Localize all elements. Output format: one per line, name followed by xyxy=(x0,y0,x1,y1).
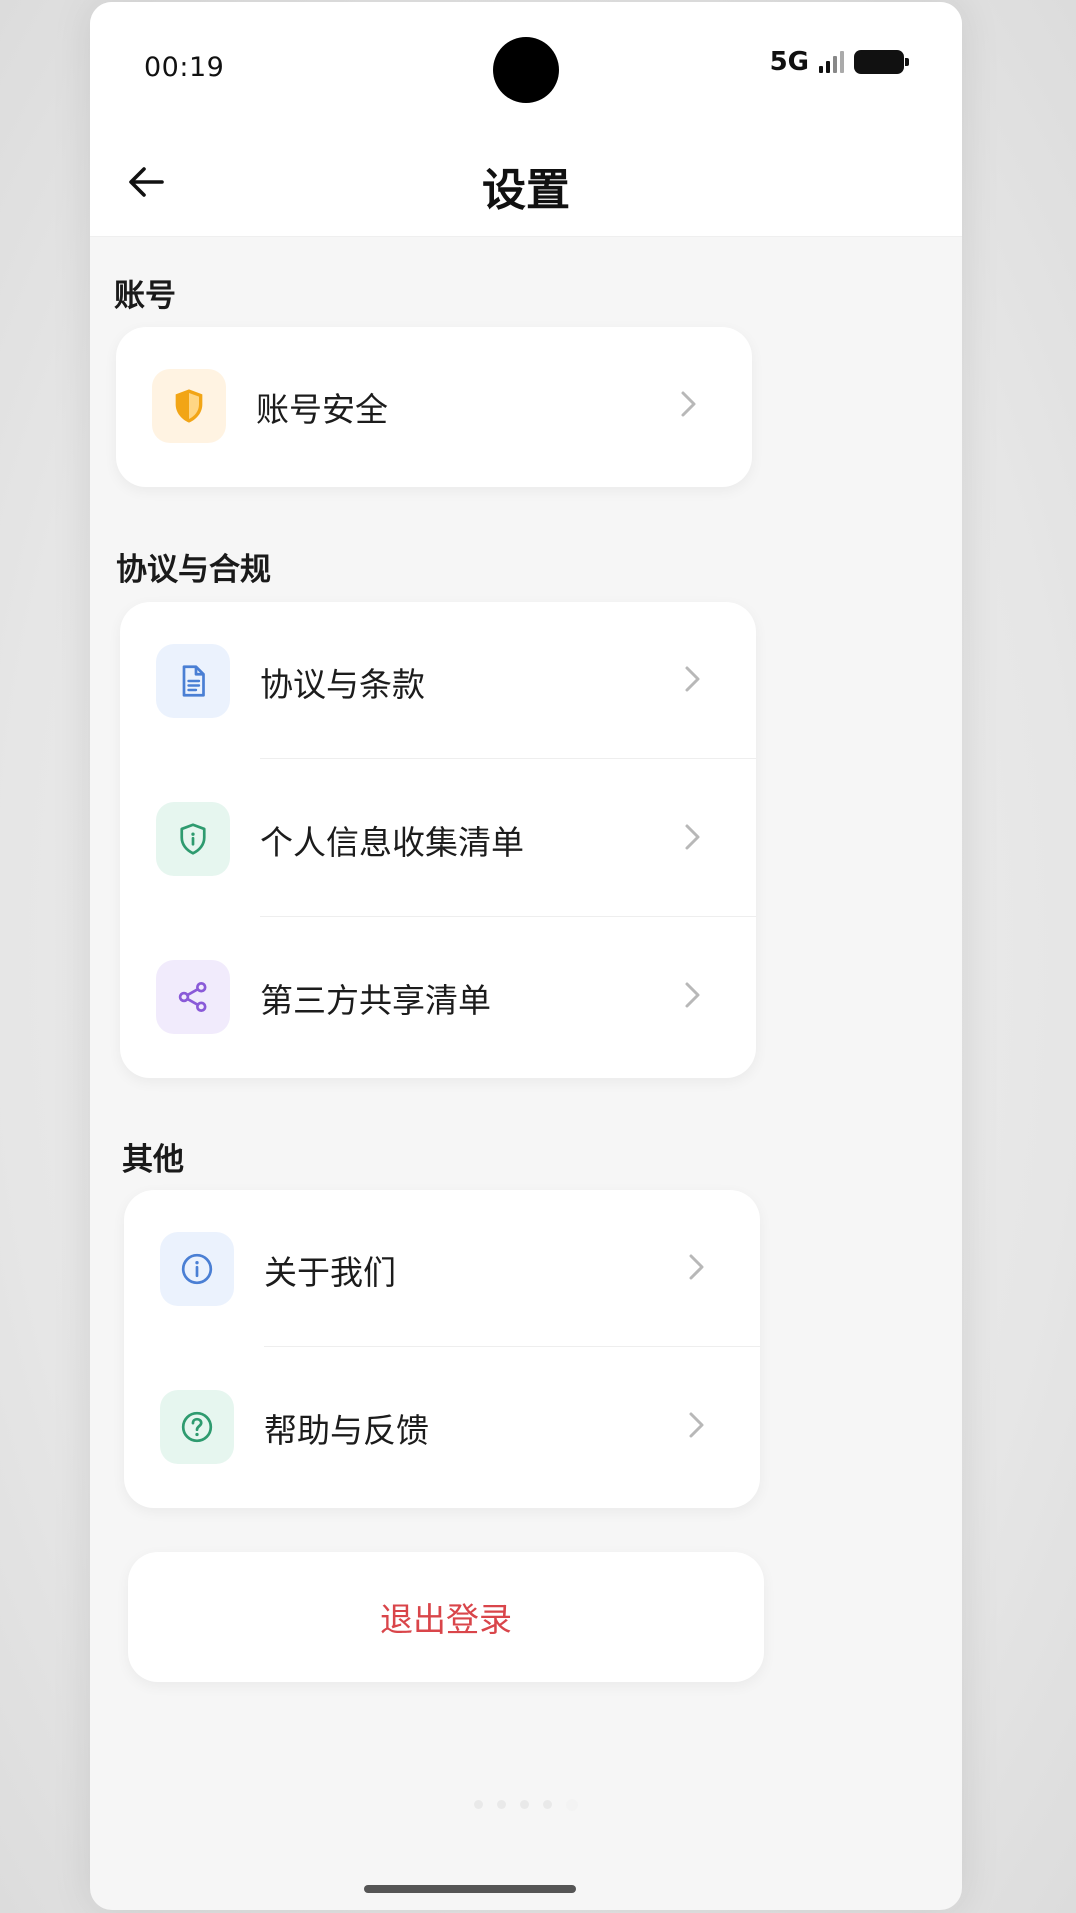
battery-icon xyxy=(854,50,909,74)
settings-row-about[interactable]: 关于我们 xyxy=(124,1190,760,1347)
settings-row-label: 关于我们 xyxy=(264,1253,396,1292)
settings-row-label: 帮助与反馈 xyxy=(264,1411,429,1450)
status-time: 00:19 xyxy=(144,52,225,83)
personal-info-icon-box xyxy=(156,802,230,876)
phone-screen: 00:19 5G 设置 账号 账号安全 协议与合规 协议与条款 个人信息收集清单… xyxy=(90,2,962,1910)
settings-row-label: 协议与条款 xyxy=(260,665,425,704)
chevron-right-icon xyxy=(684,1408,710,1442)
account-security-icon-box xyxy=(152,369,226,443)
chevron-right-icon xyxy=(680,978,706,1012)
third-party-icon-box xyxy=(156,960,230,1034)
terms-icon-box xyxy=(156,644,230,718)
row-divider xyxy=(264,1346,760,1347)
front-camera xyxy=(493,37,559,103)
chevron-right-icon xyxy=(680,820,706,854)
compliance-card: 协议与条款 个人信息收集清单 第三方共享清单 xyxy=(120,602,756,1078)
settings-row-terms[interactable]: 协议与条款 xyxy=(120,602,756,759)
home-indicator[interactable] xyxy=(364,1885,576,1893)
signal-icon xyxy=(819,51,844,73)
network-type: 5G xyxy=(769,47,809,77)
page-dots xyxy=(90,1799,962,1811)
document-icon xyxy=(182,665,205,697)
share-icon xyxy=(178,982,207,1012)
section-title-account: 账号 xyxy=(114,278,176,314)
row-divider xyxy=(260,758,756,759)
section-title-compliance: 协议与合规 xyxy=(116,552,271,588)
status-bar: 00:19 5G xyxy=(90,2,962,122)
settings-row-label: 个人信息收集清单 xyxy=(260,823,524,862)
shield-info-icon xyxy=(180,823,206,855)
settings-row-label: 第三方共享清单 xyxy=(260,981,491,1020)
other-card: 关于我们 帮助与反馈 xyxy=(124,1190,760,1508)
about-icon-box xyxy=(160,1232,234,1306)
status-indicators: 5G xyxy=(769,46,909,78)
settings-row-label: 账号安全 xyxy=(256,390,388,429)
page-title: 设置 xyxy=(482,165,570,216)
account-card: 账号安全 xyxy=(116,327,752,487)
help-icon-box xyxy=(160,1390,234,1464)
logout-label: 退出登录 xyxy=(380,1600,512,1639)
chevron-right-icon xyxy=(684,1250,710,1284)
chevron-right-icon xyxy=(680,662,706,696)
chevron-right-icon xyxy=(676,387,702,421)
help-icon xyxy=(181,1411,213,1443)
info-icon xyxy=(181,1253,213,1285)
settings-row-help[interactable]: 帮助与反馈 xyxy=(124,1348,760,1505)
shield-check-icon xyxy=(175,389,203,423)
nav-bar: 设置 xyxy=(90,122,962,237)
row-divider xyxy=(260,916,756,917)
section-title-other: 其他 xyxy=(122,1142,184,1178)
settings-row-account-security[interactable]: 账号安全 xyxy=(116,327,752,484)
logout-button[interactable]: 退出登录 xyxy=(128,1552,764,1682)
settings-row-personal-info[interactable]: 个人信息收集清单 xyxy=(120,760,756,917)
settings-row-third-party[interactable]: 第三方共享清单 xyxy=(120,918,756,1075)
